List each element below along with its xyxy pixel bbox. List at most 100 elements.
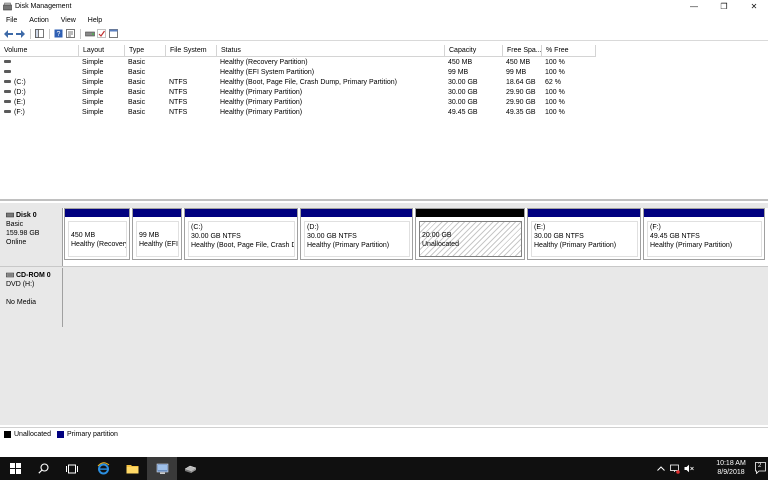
partition-block[interactable]: 99 MB Healthy (EFI S: [132, 208, 182, 260]
disk-0-size: 159.98 GB: [6, 230, 40, 237]
forward-button[interactable]: [15, 28, 26, 39]
cell-text-fs: NTFS: [169, 99, 188, 106]
internet-explorer-button[interactable]: [88, 457, 118, 480]
disk-0-type: Basic: [6, 221, 24, 228]
cell-text-status: Healthy (EFI System Partition): [220, 69, 315, 76]
cell-text-free: 29.90 GB: [506, 89, 536, 96]
menu-help[interactable]: Help: [82, 17, 108, 24]
volume-button[interactable]: [682, 457, 696, 480]
table-cell-free: 99 MB: [506, 68, 542, 78]
partition-name: [422, 223, 519, 231]
partition-type-bar: [185, 209, 297, 217]
partition-unallocated[interactable]: 20.00 GB Unallocated: [415, 208, 525, 260]
table-row[interactable]: (F:) Simple Basic NTFS Healthy (Primary Part…: [0, 108, 600, 118]
column-header-percent-free[interactable]: % Free: [542, 45, 596, 57]
cell-text-free: 18.64 GB: [506, 79, 536, 86]
cell-text-layout: Simple: [82, 109, 104, 116]
clock[interactable]: 10:18 AM 8/9/2018: [708, 459, 754, 477]
restore-button[interactable]: ❐: [711, 0, 737, 13]
help-button[interactable]: ?: [53, 28, 64, 39]
column-header-capacity[interactable]: Capacity: [445, 45, 503, 57]
disk-0-label[interactable]: Disk 0 Basic 159.98 GB Online: [0, 208, 63, 266]
back-arrow-icon: [4, 29, 13, 38]
cell-text-layout: Simple: [82, 89, 104, 96]
cell-text-status: Healthy (Primary Partition): [220, 109, 303, 116]
volume-icon: [4, 109, 11, 113]
column-header-volume[interactable]: Volume: [0, 45, 79, 57]
partition-name: (D:): [307, 224, 319, 231]
task-view-icon: [66, 464, 78, 473]
menu-view[interactable]: View: [55, 17, 82, 24]
volume-icon: [4, 99, 11, 103]
back-button[interactable]: [3, 28, 14, 39]
partition-block[interactable]: (C:) 30.00 GB NTFS Healthy (Boot, Page Fil…: [184, 208, 298, 260]
disk-0-state: Online: [6, 239, 27, 246]
partition-status: Healthy (Primary Partition): [534, 242, 617, 249]
table-row[interactable]: (C:) Simple Basic NTFS Healthy (Boot, Page F…: [0, 78, 600, 88]
show-hidden-icons-button[interactable]: [654, 457, 668, 480]
table-row[interactable]: Simple Basic Healthy (EFI System Partition…: [0, 68, 600, 78]
table-row[interactable]: (E:) Simple Basic NTFS Healthy (Primary Part…: [0, 98, 600, 108]
partition-status: Unallocated: [422, 241, 459, 248]
column-header-free-space[interactable]: Free Spa...: [503, 45, 542, 57]
properties-button[interactable]: [65, 28, 76, 39]
cdrom-0-label[interactable]: CD-ROM 0 DVD (H:) No Media: [0, 268, 63, 327]
partition-body: (C:) 30.00 GB NTFS Healthy (Boot, Page Fil…: [188, 221, 295, 257]
minimize-button[interactable]: —: [681, 0, 707, 13]
cell-text-status: Healthy (Boot, Page File, Crash Dump, Pr…: [220, 79, 398, 86]
partition-block[interactable]: (D:) 30.00 GB NTFS Healthy (Primary Partit…: [300, 208, 413, 260]
cell-text-capacity: 49.45 GB: [448, 109, 478, 116]
partition-block[interactable]: (F:) 49.45 GB NTFS Healthy (Primary Partit…: [643, 208, 765, 260]
table-row[interactable]: Simple Basic Healthy (Recovery Partition) 4…: [0, 58, 600, 68]
disk-icon: [6, 212, 16, 219]
table-cell-type: Basic: [128, 108, 166, 118]
cell-text-layout: Simple: [82, 59, 104, 66]
table-cell-volume: [4, 68, 78, 78]
partition-block[interactable]: 450 MB Healthy (Recovery: [64, 208, 130, 260]
network-status-button[interactable]: [668, 457, 682, 480]
server-manager-button[interactable]: [147, 457, 177, 480]
file-explorer-button[interactable]: [117, 457, 147, 480]
table-cell-free: 29.90 GB: [506, 98, 542, 108]
table-cell-volume: (C:): [4, 78, 78, 88]
volume-list: Volume Layout Type File System Status Ca…: [0, 45, 768, 201]
menu-action[interactable]: Action: [23, 17, 54, 24]
search-button[interactable]: [28, 457, 58, 480]
start-button[interactable]: [0, 457, 30, 480]
window-view-icon: [109, 29, 118, 38]
volume-icon: [4, 59, 11, 63]
close-button[interactable]: ✕: [741, 0, 767, 13]
column-header-type[interactable]: Type: [125, 45, 166, 57]
console-tree-button[interactable]: [34, 28, 45, 39]
table-cell-pct: 62 %: [545, 78, 595, 88]
menu-file[interactable]: File: [0, 17, 23, 24]
speaker-muted-icon: [684, 464, 694, 473]
partition-status: Healthy (Recovery: [71, 241, 127, 248]
cell-text-type: Basic: [128, 109, 146, 116]
view-button[interactable]: [108, 28, 119, 39]
partition-type-bar: [65, 209, 129, 217]
table-cell-status: Healthy (Primary Partition): [220, 98, 445, 108]
partition-block[interactable]: (E:) 30.00 GB NTFS Healthy (Primary Partit…: [527, 208, 641, 260]
table-cell-volume: (E:): [4, 98, 78, 108]
disk-management-app-icon: [3, 2, 12, 11]
column-header-file-system[interactable]: File System: [166, 45, 217, 57]
disk-0-row: Disk 0 Basic 159.98 GB Online 450 MB Heal…: [0, 208, 768, 266]
column-header-layout[interactable]: Layout: [79, 45, 125, 57]
partition-body: (E:) 30.00 GB NTFS Healthy (Primary Partit…: [531, 221, 638, 257]
partition-size: 30.00 GB NTFS: [191, 233, 241, 240]
table-cell-free: 49.35 GB: [506, 108, 542, 118]
connect-disk-button[interactable]: [84, 28, 95, 39]
internet-explorer-icon: [97, 462, 109, 475]
check-button[interactable]: [96, 28, 107, 39]
partition-type-bar: [644, 209, 764, 217]
title-bar: Disk Management: [0, 0, 768, 13]
table-row[interactable]: (D:) Simple Basic NTFS Healthy (Primary Part…: [0, 88, 600, 98]
disk-management-taskbar-button[interactable]: [175, 457, 205, 480]
action-center-button[interactable]: 2: [755, 462, 766, 475]
clock-time: 10:18 AM: [716, 460, 746, 467]
column-header-status[interactable]: Status: [217, 45, 445, 57]
notification-count: 2: [758, 463, 762, 469]
table-cell-capacity: 49.45 GB: [448, 108, 503, 118]
task-view-button[interactable]: [57, 457, 87, 480]
